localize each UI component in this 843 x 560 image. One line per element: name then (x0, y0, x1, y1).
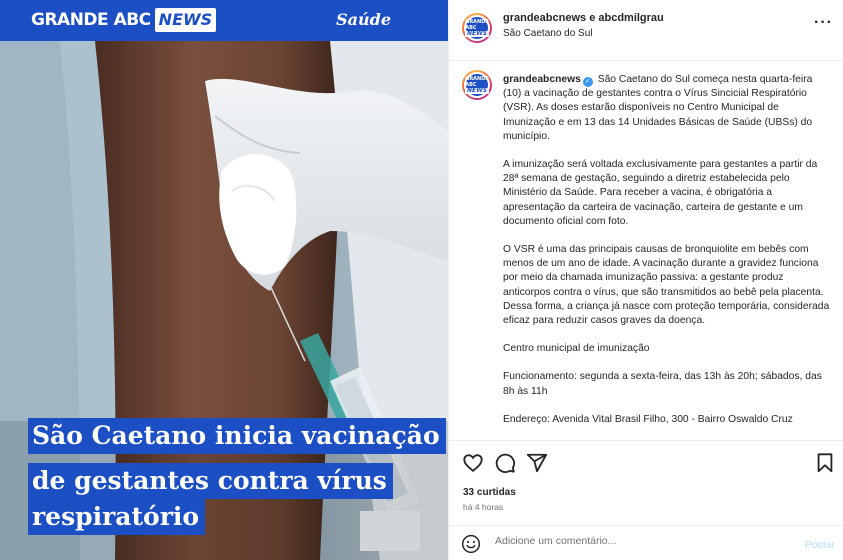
avatar-news-text: NEWS (464, 30, 490, 37)
more-options-button[interactable]: ··· (814, 14, 833, 32)
media-header-bar: GRANDE ABC NEWS Saúde (0, 0, 448, 41)
post-header: GRANDE ABC NEWS grandeabcnews e abcdmilg… (449, 0, 843, 61)
emoji-icon[interactable] (461, 534, 481, 554)
action-bar (449, 440, 843, 484)
caption-paragraph: Funcionamento: segunda a sexta-feira, da… (503, 371, 822, 397)
comment-icon[interactable] (494, 452, 516, 474)
avatar-news-text: NEWS (464, 87, 490, 94)
verified-badge-icon: ✓ (582, 77, 593, 87)
caption-paragraph: Endereço: Avenida Vital Brasil Filho, 30… (503, 413, 793, 425)
section-tag: Saúde (336, 10, 391, 29)
bookmark-icon[interactable] (814, 452, 836, 474)
caption-username[interactable]: grandeabcnews (503, 74, 581, 85)
caption-paragraph: Centro municipal de imunização (503, 343, 650, 355)
caption-avatar[interactable]: GRANDE ABC NEWS (462, 70, 492, 100)
post-media[interactable]: GRANDE ABC NEWS Saúde São Caetano inicia… (0, 0, 448, 560)
comment-input[interactable] (495, 535, 785, 547)
post-panel: GRANDE ABC NEWS grandeabcnews e abcdmilg… (448, 0, 843, 560)
brand-name: GRANDE ABC (31, 10, 151, 30)
brand-logo: GRANDE ABC NEWS (31, 8, 217, 32)
comment-bar: Postar (449, 525, 843, 560)
headline-line-3: respiratório (28, 499, 206, 535)
heart-icon[interactable] (462, 452, 484, 474)
profile-avatar[interactable]: GRANDE ABC NEWS (462, 13, 492, 43)
headline-line-2: de gestantes contra vírus (28, 463, 393, 499)
like-count[interactable]: 33 curtidas (463, 487, 516, 498)
brand-news-badge: NEWS (154, 8, 217, 32)
share-icon[interactable] (526, 452, 548, 474)
post-comment-button[interactable]: Postar (805, 539, 835, 551)
post-location[interactable]: São Caetano do Sul (503, 28, 593, 39)
post-accounts[interactable]: grandeabcnews e abcdmilgrau (503, 12, 664, 24)
headline-line-1: São Caetano inicia vacinação (28, 418, 446, 454)
caption-text: grandeabcnews ✓ São Caetano do Sul começa… (503, 73, 831, 440)
caption-paragraph: A imunização será voltada exclusivamente… (503, 159, 818, 227)
caption-scroll-area[interactable]: GRANDE ABC NEWS grandeabcnews ✓ São Caeta… (449, 62, 843, 440)
post-timestamp[interactable]: há 4 horas (463, 502, 503, 512)
caption-paragraph: O VSR é uma das principais causas de bro… (503, 244, 830, 327)
